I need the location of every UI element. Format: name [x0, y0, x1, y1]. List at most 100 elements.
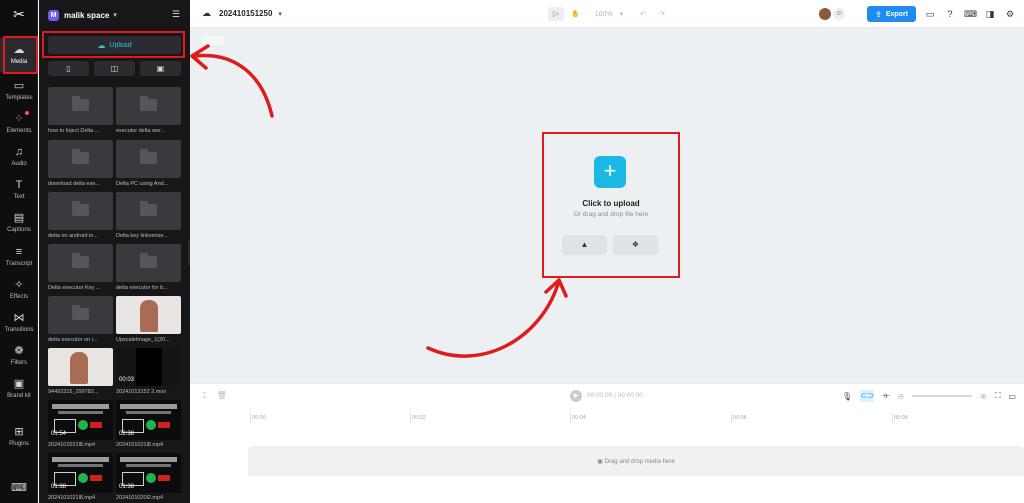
media-folder[interactable] [48, 296, 113, 334]
media-folder[interactable] [48, 192, 113, 230]
rail-item-transcript[interactable]: ≡ Transcript [0, 240, 38, 274]
zoom-out-icon[interactable]: ⊖ [897, 392, 904, 401]
workspace-switcher[interactable]: M malik space ▾ [48, 8, 117, 22]
timeline-zoom-slider[interactable] [912, 395, 973, 397]
folder-icon [72, 96, 89, 111]
transitions-icon: ⋈ [13, 312, 25, 324]
media-caption: Delta key linkverise... [116, 233, 168, 239]
rail-item-captions[interactable]: ▤ Captions [0, 206, 38, 240]
play-button[interactable]: ▶ [570, 390, 582, 402]
media-folder[interactable] [48, 87, 113, 125]
help-icon[interactable]: ? [944, 9, 956, 19]
keyboard-icon[interactable]: ⌨ [964, 9, 977, 20]
elements-icon: ⁘ [14, 113, 24, 125]
effects-icon: ✧ [14, 279, 24, 291]
media-video-thumbnail[interactable]: 01:38 [116, 453, 181, 493]
folder-icon [72, 305, 89, 320]
media-video-thumbnail[interactable]: 02:38 [116, 400, 181, 440]
ruler-tick: 00:06 [731, 413, 747, 423]
image-icon: ▣ [597, 459, 605, 465]
chevron-down-icon: ▾ [113, 12, 117, 19]
top-bar: ☁ 202410151250 ▾ ▷ ✋ 100% ▾ ↶ ↷ ☺ ⇪ Expo… [190, 0, 1024, 28]
screen-source-button[interactable]: ▣ [140, 61, 181, 76]
media-folder[interactable] [116, 87, 181, 125]
split-delete-icons[interactable]: ⌶🗑 [202, 391, 237, 401]
panel-menu-icon[interactable]: ☰ [172, 9, 180, 20]
transcript-icon: ≡ [15, 246, 23, 258]
rail-item-text[interactable]: T Text [0, 173, 38, 207]
media-caption: UpscaleImage_1(20... [116, 337, 170, 343]
rail-item-audio[interactable]: ♫ Audio [0, 140, 38, 174]
phone-icon: ▯ [66, 64, 71, 73]
filters-icon: ❁ [14, 345, 24, 357]
fit-icon[interactable]: ⛶ [995, 391, 1001, 401]
rail-item-templates[interactable]: ▭ Templates [0, 74, 38, 108]
media-caption: delta executor on i... [48, 337, 98, 343]
camera-source-button[interactable]: ◫ [94, 61, 135, 76]
annotation-box-media [3, 36, 38, 74]
media-folder[interactable] [48, 140, 113, 178]
split-screen-icon[interactable]: ⟛ [882, 391, 889, 401]
monitor-icon[interactable]: ▭ [924, 9, 936, 20]
comment-icon[interactable]: ▭ [1008, 392, 1016, 401]
magnet-snap-icon[interactable]: ⊂⊃ [860, 390, 875, 402]
rail-item-brand-kit[interactable]: ▣ Brand kit [0, 372, 38, 412]
media-caption: 2024101020l2.mp4 [116, 495, 164, 501]
hand-tool-icon[interactable]: ✋ [571, 10, 580, 18]
ruler-tick: 00:02 [410, 413, 426, 423]
chevron-down-icon: ▾ [278, 10, 282, 18]
project-title: 202410151250 [219, 9, 273, 18]
media-caption: download delta exe... [48, 181, 100, 187]
select-tool-icon[interactable]: ▷ [548, 7, 564, 21]
video-duration: 01:38 [51, 484, 67, 490]
undo-icon[interactable]: ↶ [640, 10, 646, 18]
left-rail: ✂ ☁ Media ▭ Templates ⁘ Elements ♫ Audio… [0, 0, 38, 503]
microphone-icon[interactable]: 🎙 [842, 392, 852, 401]
project-title-menu[interactable]: ☁ 202410151250 ▾ [202, 8, 282, 19]
settings-gear-icon[interactable]: ⚙ [1004, 9, 1016, 20]
rail-item-effects[interactable]: ✧ Effects [0, 273, 38, 307]
chevron-down-icon: ▾ [619, 11, 624, 18]
rail-item-filters[interactable]: ❁ Filters [0, 339, 38, 373]
avatar[interactable] [819, 8, 832, 20]
redo-icon[interactable]: ↷ [659, 10, 665, 18]
timeline-tools: 🎙 ⊂⊃ ⟛ ⊖ ⊕ ⛶ ▭ [842, 390, 1016, 402]
media-video-thumbnail[interactable]: 01:38 [48, 453, 113, 493]
canvas-tools: ▷ ✋ 100% ▾ ↶ ↷ [548, 7, 665, 21]
cloud-sync-icon: ☁ [202, 8, 211, 18]
layout-icon[interactable]: ◨ [984, 9, 996, 20]
user-icon[interactable]: ☺ [833, 8, 846, 20]
keyboard-shortcuts-button[interactable]: ⌨ [0, 478, 38, 498]
rail-item-elements[interactable]: ⁘ Elements [0, 107, 38, 141]
timecode: 00:00:00 | 00:00:00 [587, 392, 643, 399]
media-caption: executor delta wor... [116, 128, 166, 134]
media-folder[interactable] [116, 244, 181, 282]
media-folder[interactable] [48, 244, 113, 282]
folder-icon [140, 253, 157, 268]
media-video-thumbnail[interactable]: 01:54 [48, 400, 113, 440]
media-caption: delta executor for b... [116, 285, 168, 291]
audio-icon: ♫ [14, 146, 24, 158]
export-button[interactable]: ⇪ Export [867, 6, 916, 22]
media-caption: 2024101021l8.mp4 [48, 495, 96, 501]
rail-item-transitions[interactable]: ⋈ Transitions [0, 306, 38, 340]
zoom-in-icon[interactable]: ⊕ [980, 392, 987, 401]
ruler-tick: 00:08 [892, 413, 908, 423]
media-video-thumbnail[interactable]: 00:03 [116, 348, 181, 386]
media-folder[interactable] [116, 140, 181, 178]
text-icon: T [15, 179, 23, 191]
captions-icon: ▤ [13, 212, 25, 224]
media-folder[interactable] [116, 192, 181, 230]
plugins-icon: ⊞ [14, 426, 24, 438]
video-duration: 01:54 [51, 431, 67, 437]
capcut-logo-icon[interactable]: ✂ [10, 6, 28, 22]
zoom-level[interactable]: 100% [595, 11, 613, 18]
phone-source-button[interactable]: ▯ [48, 61, 89, 76]
folder-icon [140, 201, 157, 216]
media-image-thumbnail[interactable] [116, 296, 181, 334]
export-icon: ⇪ [875, 9, 882, 19]
timeline-ruler[interactable]: 00:00 00:02 00:04 00:06 00:08 [190, 407, 1024, 427]
video-duration: 01:38 [119, 484, 135, 490]
media-image-thumbnail[interactable] [48, 348, 113, 386]
rail-item-plugins[interactable]: ⊞ Plugins [0, 420, 38, 454]
